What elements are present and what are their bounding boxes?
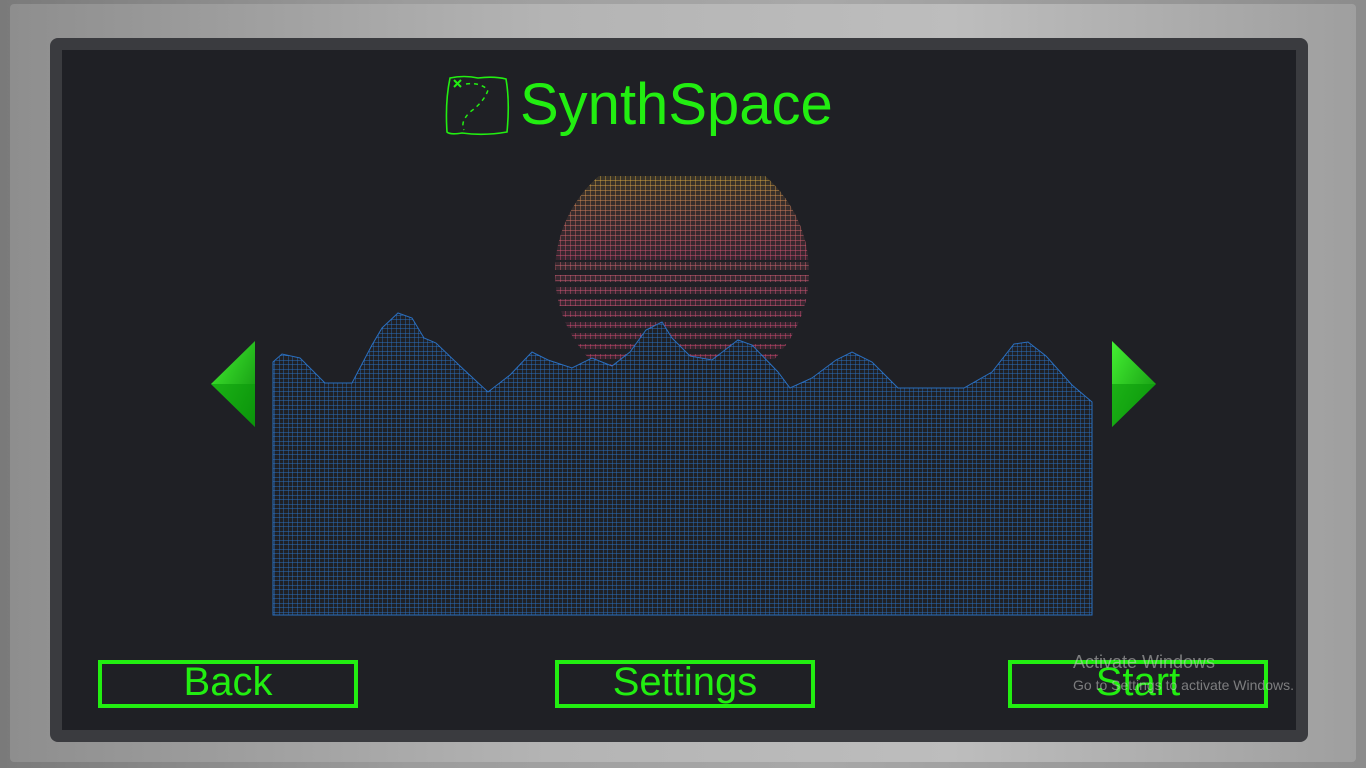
watermark-subtitle: Go to Settings to activate Windows. xyxy=(1073,677,1294,693)
sun-shape xyxy=(555,176,809,369)
back-button[interactable]: Back xyxy=(98,660,358,708)
title-bar: SynthSpace xyxy=(444,70,833,140)
treasure-map-icon xyxy=(445,75,510,136)
right-arrow-icon[interactable] xyxy=(1110,340,1158,428)
mountain-terrain xyxy=(272,312,1093,616)
watermark-title: Activate Windows xyxy=(1073,652,1216,672)
activate-windows-watermark: Activate Windows Go to Settings to activ… xyxy=(1073,652,1294,693)
settings-button[interactable]: Settings xyxy=(555,660,815,708)
game-title: SynthSpace xyxy=(520,72,833,137)
left-arrow-icon[interactable] xyxy=(210,340,258,428)
